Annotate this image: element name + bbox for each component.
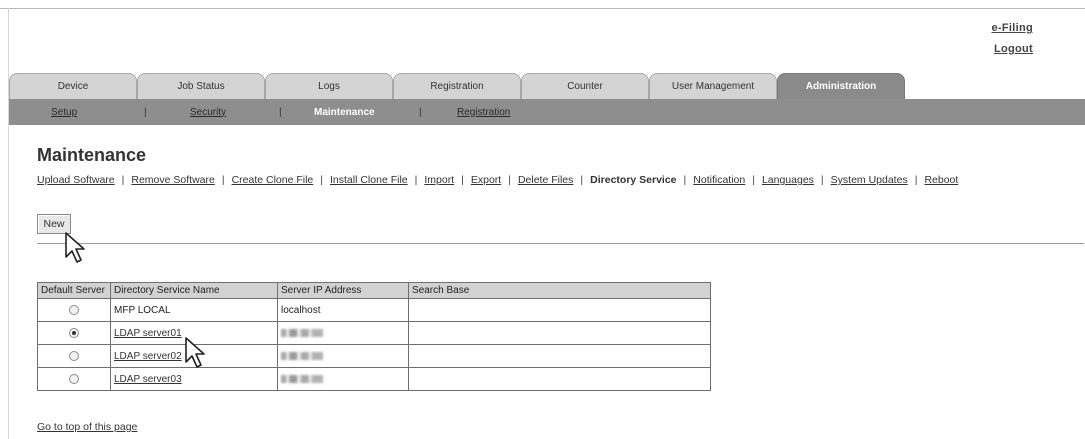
server-ip-cell <box>277 367 409 391</box>
link-separator: | <box>752 174 755 186</box>
obscured-ip-value <box>281 374 323 383</box>
tab-job-status[interactable]: Job Status <box>137 73 265 99</box>
table-row: LDAP server03 <box>37 367 711 391</box>
tab-registration[interactable]: Registration <box>393 73 521 99</box>
tab-counter[interactable]: Counter <box>521 73 649 99</box>
maintenance-link-bar: Upload Software | Remove Software | Create C… <box>37 174 958 186</box>
table-row: MFP LOCAL localhost <box>37 298 711 322</box>
efiling-link[interactable]: e-Filing <box>991 18 1033 39</box>
subnav-security[interactable]: Security <box>190 107 226 118</box>
link-separator: | <box>221 174 225 186</box>
link-separator: | <box>121 174 125 186</box>
link-notification[interactable]: Notification <box>693 174 745 186</box>
table-row: LDAP server01 <box>37 321 711 345</box>
server-ip-cell <box>277 344 409 368</box>
default-server-cell <box>37 298 111 322</box>
main-tabs: Device Job Status Logs Registration Counter U… <box>9 73 905 99</box>
tab-logs[interactable]: Logs <box>265 73 393 99</box>
link-create-clone-file[interactable]: Create Clone File <box>232 174 314 186</box>
directory-service-name-cell: LDAP server01 <box>110 321 278 345</box>
directory-service-name-cell: LDAP server02 <box>110 344 278 368</box>
page-title: Maintenance <box>37 145 147 165</box>
subnav-separator: | <box>144 106 147 118</box>
link-separator: | <box>414 174 418 186</box>
directory-service-name: MFP LOCAL <box>114 304 171 316</box>
tab-device[interactable]: Device <box>9 73 137 99</box>
col-search-base: Search Base <box>408 282 711 299</box>
directory-service-link[interactable]: LDAP server03 <box>114 374 182 385</box>
col-directory-service-name: Directory Service Name <box>110 282 278 299</box>
new-button[interactable]: New <box>37 214 71 234</box>
directory-service-name-cell: LDAP server03 <box>110 367 278 391</box>
subnav-maintenance[interactable]: Maintenance <box>314 107 375 118</box>
subnav-separator: | <box>419 106 422 118</box>
link-install-clone-file[interactable]: Install Clone File <box>330 174 408 186</box>
default-server-cell <box>37 367 111 391</box>
link-delete-files[interactable]: Delete Files <box>518 174 573 186</box>
directory-service-name-cell: MFP LOCAL <box>110 298 278 322</box>
link-upload-software[interactable]: Upload Software <box>37 174 115 186</box>
link-directory-service: Directory Service <box>590 174 677 186</box>
arrow-cursor-icon <box>65 232 85 263</box>
directory-service-table: Default Server Directory Service Name Se… <box>37 282 711 391</box>
go-to-top-link[interactable]: Go to top of this page <box>37 421 137 433</box>
link-separator: | <box>683 174 687 186</box>
divider <box>37 243 1084 244</box>
link-separator: | <box>320 174 323 186</box>
radio-button-icon[interactable] <box>69 350 79 361</box>
search-base-cell <box>408 367 711 391</box>
link-reboot[interactable]: Reboot <box>924 174 958 186</box>
search-base-cell <box>408 298 711 322</box>
directory-service-link[interactable]: LDAP server02 <box>114 351 182 362</box>
default-server-cell <box>37 344 111 368</box>
subnav-separator: | <box>279 106 282 118</box>
directory-service-link[interactable]: LDAP server01 <box>114 328 182 339</box>
server-ip-value: localhost <box>281 304 321 316</box>
browser-page: e-Filing Logout Device Job Status Logs Regi… <box>0 0 1085 439</box>
link-separator: | <box>914 174 918 186</box>
link-remove-software[interactable]: Remove Software <box>131 174 214 186</box>
link-separator: | <box>461 174 464 186</box>
search-base-cell <box>408 344 711 368</box>
link-separator: | <box>508 174 511 186</box>
link-separator: | <box>580 174 584 186</box>
col-server-ip: Server IP Address <box>277 282 409 299</box>
search-base-cell <box>408 321 711 345</box>
tab-administration[interactable]: Administration <box>777 73 905 99</box>
server-ip-cell: localhost <box>277 298 409 322</box>
header-links: e-Filing Logout <box>991 18 1033 60</box>
table-header-row: Default Server Directory Service Name Se… <box>37 282 711 299</box>
radio-button-icon[interactable] <box>69 327 79 338</box>
link-system-updates[interactable]: System Updates <box>831 174 908 186</box>
table-row: LDAP server02 <box>37 344 711 368</box>
col-default-server: Default Server <box>37 282 111 299</box>
sub-navigation: Setup Security Maintenance Registration | | | <box>9 99 1085 125</box>
tab-user-management[interactable]: User Management <box>649 73 777 99</box>
link-languages[interactable]: Languages <box>762 174 814 186</box>
logout-link[interactable]: Logout <box>991 39 1033 60</box>
link-import[interactable]: Import <box>424 174 454 186</box>
server-ip-cell <box>277 321 409 345</box>
radio-button-icon[interactable] <box>69 304 79 315</box>
top-border <box>0 8 1085 9</box>
subnav-setup[interactable]: Setup <box>51 107 77 118</box>
default-server-cell <box>37 321 111 345</box>
subnav-registration[interactable]: Registration <box>457 107 510 118</box>
obscured-ip-value <box>281 328 323 337</box>
radio-button-icon[interactable] <box>69 373 79 384</box>
obscured-ip-value <box>281 351 323 360</box>
link-export[interactable]: Export <box>471 174 501 186</box>
link-separator: | <box>820 174 824 186</box>
